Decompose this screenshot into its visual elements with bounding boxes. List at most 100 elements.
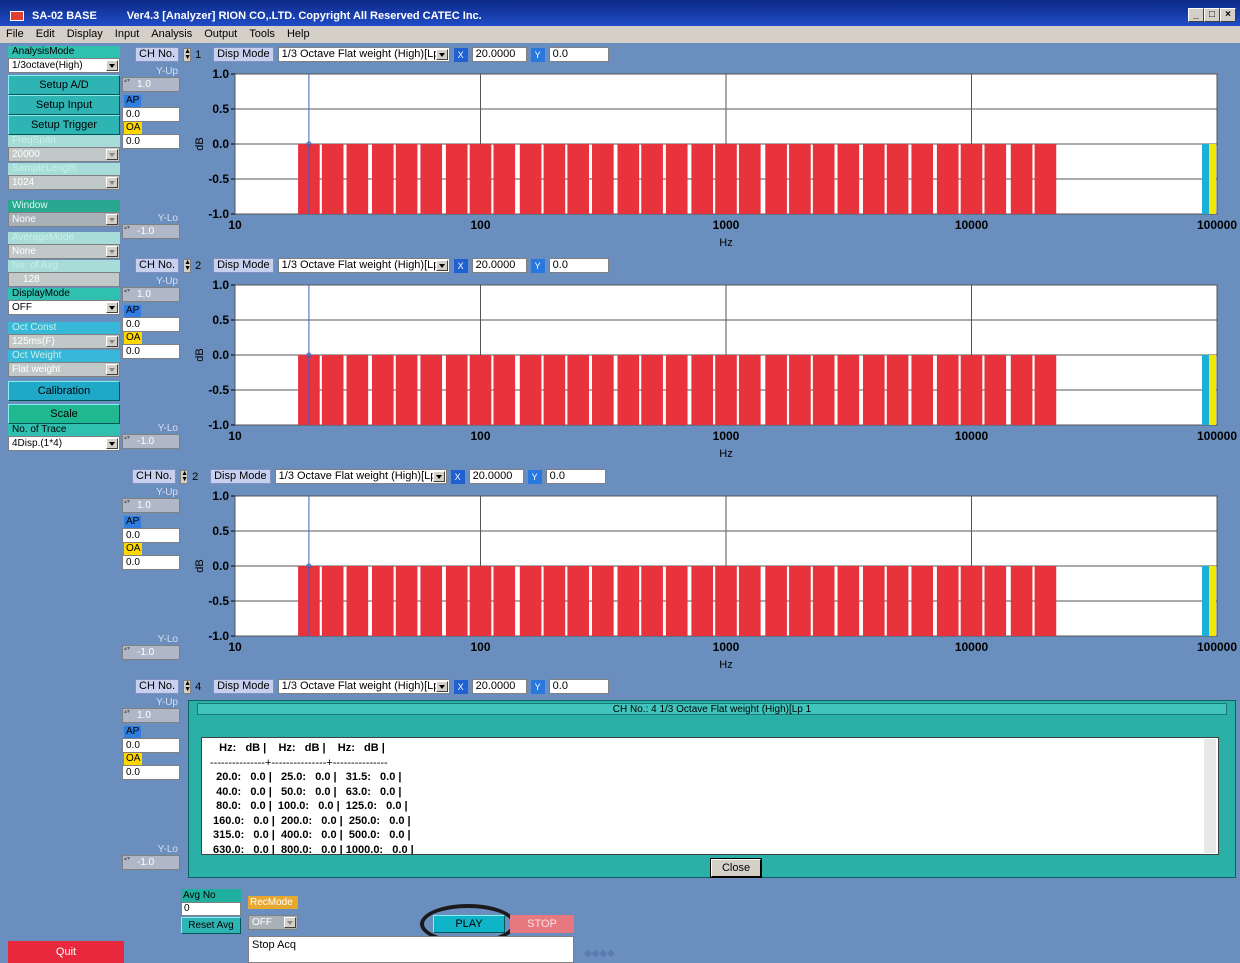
y-cursor-button[interactable]: Y bbox=[530, 258, 545, 273]
noofavg-spinner[interactable]: 128 bbox=[8, 272, 120, 287]
scrollbar[interactable] bbox=[1204, 739, 1216, 853]
noofavg-value: 128 bbox=[23, 274, 40, 285]
y-up-spinner[interactable]: 1.0 bbox=[122, 287, 180, 302]
progress-indicator: ◆◆◆◆ bbox=[584, 948, 615, 959]
disp-mode-select[interactable]: 1/3 Octave Flat weight (High)[Lp bbox=[277, 47, 450, 62]
ap-value: 0.0 bbox=[122, 317, 180, 332]
recmode-select[interactable]: OFF bbox=[248, 915, 298, 930]
analysis-mode-select[interactable]: 1/3octave(High) bbox=[8, 58, 120, 73]
y-lo-spinner[interactable]: -1.0 bbox=[122, 434, 180, 449]
chevron-down-icon[interactable] bbox=[435, 260, 448, 271]
spectrum-bar bbox=[346, 355, 369, 425]
close-button[interactable]: Close bbox=[710, 858, 762, 878]
chevron-down-icon[interactable] bbox=[106, 149, 118, 160]
x-cursor-button[interactable]: X bbox=[453, 258, 468, 273]
play-button[interactable]: PLAY bbox=[433, 915, 505, 933]
y-cursor-value[interactable]: 0.0 bbox=[548, 258, 609, 273]
avg-no-label: Avg No bbox=[181, 889, 241, 902]
displaymode-select[interactable]: OFF bbox=[8, 300, 120, 315]
x-cursor-button[interactable]: X bbox=[450, 469, 465, 484]
y-cursor-value[interactable]: 0.0 bbox=[548, 679, 609, 694]
spectrum-bar bbox=[886, 355, 909, 425]
window-select[interactable]: None bbox=[8, 212, 120, 227]
menu-analysis[interactable]: Analysis bbox=[145, 26, 198, 43]
samplelength-select[interactable]: 1024 bbox=[8, 175, 120, 190]
averagemode-select[interactable]: None bbox=[8, 244, 120, 259]
y-cursor-button[interactable]: Y bbox=[530, 679, 545, 694]
octweight-select[interactable]: Flat weight bbox=[8, 362, 120, 377]
spectrum-bar bbox=[641, 144, 663, 214]
ch-no-spinner[interactable]: ▲ ▼ bbox=[183, 679, 192, 694]
chevron-down-icon[interactable] bbox=[106, 60, 118, 71]
x-tick-label: 1000 bbox=[713, 640, 740, 654]
ch-no-spinner[interactable]: ▲ ▼ bbox=[183, 47, 192, 62]
calibration-button[interactable]: Calibration bbox=[8, 381, 120, 401]
nooftrace-select[interactable]: 4Disp.(1*4) bbox=[8, 436, 120, 451]
spectrum-bar bbox=[691, 355, 714, 425]
y-cursor-button[interactable]: Y bbox=[527, 469, 542, 484]
x-cursor-value[interactable]: 20.0000 bbox=[468, 469, 524, 484]
y-cursor-button[interactable]: Y bbox=[530, 47, 545, 62]
menu-output[interactable]: Output bbox=[198, 26, 243, 43]
y-lo-spinner[interactable]: -1.0 bbox=[122, 224, 180, 239]
spectrum-chart-3: 1.0 0.5 0.0 -0.5 -1.010 100 1000 10000 100000 Hz d… bbox=[194, 489, 1237, 671]
chevron-down-icon[interactable] bbox=[106, 177, 118, 188]
spectrum-bar bbox=[321, 144, 344, 214]
spectrum-bar bbox=[715, 566, 737, 636]
x-cursor-value[interactable]: 20.0000 bbox=[471, 679, 527, 694]
setup-input-button[interactable]: Setup Input bbox=[8, 95, 120, 115]
x-cursor-value[interactable]: 20.0000 bbox=[471, 47, 527, 62]
setup-ad-button[interactable]: Setup A/D bbox=[8, 75, 120, 95]
y-cursor-value[interactable]: 0.0 bbox=[545, 469, 606, 484]
chevron-down-icon[interactable] bbox=[432, 471, 445, 482]
chevron-down-icon[interactable] bbox=[284, 917, 296, 928]
scale-button[interactable]: Scale bbox=[8, 404, 120, 424]
reset-avg-button[interactable]: Reset Avg bbox=[181, 917, 241, 934]
chevron-down-icon[interactable] bbox=[106, 336, 118, 347]
x-cursor-button[interactable]: X bbox=[453, 47, 468, 62]
menu-help[interactable]: Help bbox=[281, 26, 316, 43]
ch-no-spinner[interactable]: ▲ ▼ bbox=[180, 469, 189, 484]
chevron-down-icon[interactable] bbox=[435, 681, 448, 692]
menu-display[interactable]: Display bbox=[61, 26, 109, 43]
y-up-spinner[interactable]: 1.0 bbox=[122, 77, 180, 92]
chevron-down-icon[interactable] bbox=[106, 302, 118, 313]
spectrum-bar bbox=[567, 355, 590, 425]
y-up-spinner[interactable]: 1.0 bbox=[122, 708, 180, 723]
y-up-spinner[interactable]: 1.0 bbox=[122, 498, 180, 513]
disp-mode-label: Disp Mode bbox=[213, 258, 274, 273]
spectrum-bar bbox=[789, 355, 811, 425]
ch-no-spinner[interactable]: ▲ ▼ bbox=[183, 258, 192, 273]
disp-mode-select[interactable]: 1/3 Octave Flat weight (High)[Lp bbox=[277, 679, 450, 694]
setup-trigger-button[interactable]: Setup Trigger bbox=[8, 115, 120, 135]
spectrum-bar bbox=[469, 144, 492, 214]
y-cursor-value[interactable]: 0.0 bbox=[548, 47, 609, 62]
menu-tools[interactable]: Tools bbox=[243, 26, 281, 43]
quit-button[interactable]: Quit bbox=[8, 941, 124, 963]
freqspan-select[interactable]: 20000 bbox=[8, 147, 120, 162]
y-lo-spinner[interactable]: -1.0 bbox=[122, 855, 180, 870]
close-window-button[interactable]: × bbox=[1220, 8, 1236, 22]
chevron-down-icon[interactable] bbox=[106, 214, 118, 225]
data-list-text[interactable]: Hz: dB | Hz: dB | Hz: dB | --------------… bbox=[201, 737, 1219, 855]
menu-edit[interactable]: Edit bbox=[30, 26, 61, 43]
chevron-down-icon[interactable] bbox=[106, 364, 118, 375]
disp-mode-select[interactable]: 1/3 Octave Flat weight (High)[Lp bbox=[277, 258, 450, 273]
spectrum-bar bbox=[665, 355, 688, 425]
maximize-button[interactable]: □ bbox=[1204, 8, 1220, 22]
x-cursor-button[interactable]: X bbox=[453, 679, 468, 694]
chevron-down-icon[interactable] bbox=[106, 246, 118, 257]
octconst-select[interactable]: 125ms(F) bbox=[8, 334, 120, 349]
disp-mode-label: Disp Mode bbox=[213, 47, 274, 62]
menu-file[interactable]: File bbox=[0, 26, 30, 43]
chevron-down-icon[interactable] bbox=[435, 49, 448, 60]
menu-input[interactable]: Input bbox=[109, 26, 145, 43]
minimize-button[interactable]: _ bbox=[1188, 8, 1204, 22]
x-cursor-value[interactable]: 20.0000 bbox=[471, 258, 527, 273]
disp-mode-select[interactable]: 1/3 Octave Flat weight (High)[Lp bbox=[274, 469, 447, 484]
stop-button[interactable]: STOP bbox=[510, 915, 574, 933]
x-tick-label: 1000 bbox=[713, 429, 740, 443]
chevron-down-icon[interactable] bbox=[106, 438, 118, 449]
y-lo-spinner[interactable]: -1.0 bbox=[122, 645, 180, 660]
channel-3-header: CH No. ▲ ▼ 2 Disp Mode 1/3 Octave Flat we… bbox=[132, 469, 606, 484]
